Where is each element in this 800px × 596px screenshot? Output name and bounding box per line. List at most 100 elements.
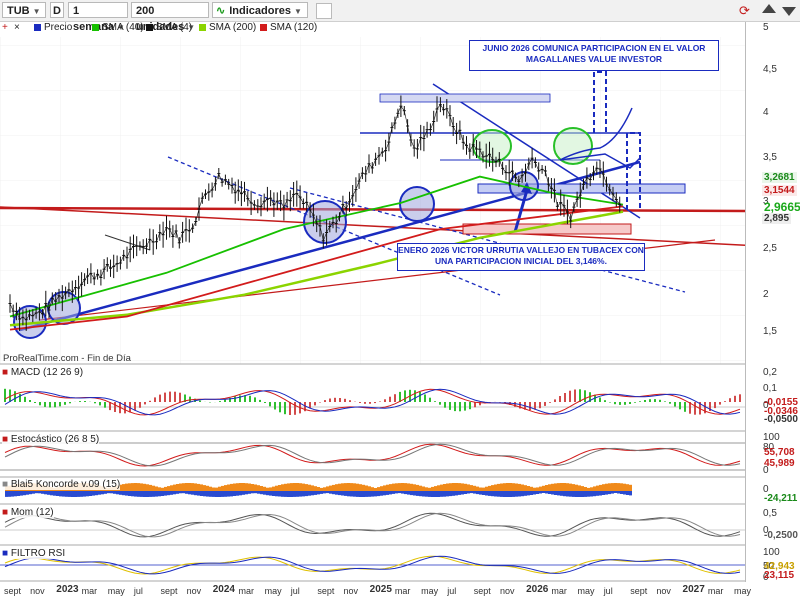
koncorde-bar	[500, 491, 503, 497]
koncorde-bar	[572, 484, 575, 491]
koncorde-bar	[320, 487, 323, 491]
koncorde-bar	[149, 491, 152, 497]
source-footer: ProRealTime.com - Fin de Día	[3, 353, 131, 364]
resistance-zone[interactable]	[379, 93, 551, 103]
koncorde-bar	[407, 483, 410, 491]
koncorde-bar	[599, 491, 602, 496]
koncorde-bar	[509, 483, 512, 491]
koncorde-bar	[377, 491, 380, 497]
koncorde-bar	[266, 491, 269, 496]
koncorde-bar	[38, 491, 41, 494]
koncorde-bar	[224, 485, 227, 491]
koncorde-bar	[311, 485, 314, 491]
green-circle[interactable]	[472, 129, 512, 163]
koncorde-bar	[143, 483, 146, 491]
annotation-bottom[interactable]: ENERO 2026 VICTOR URRUTIA VALLEJO EN TUB…	[397, 243, 645, 271]
koncorde-bar	[29, 491, 32, 495]
axis-tick: 2	[763, 289, 769, 300]
highlight-circle[interactable]	[399, 186, 435, 222]
koncorde-bar	[452, 491, 455, 496]
koncorde-bar	[284, 491, 287, 497]
koncorde-bar	[344, 483, 347, 491]
koncorde-bar	[212, 487, 215, 491]
koncorde-bar	[497, 491, 500, 497]
koncorde-bar	[356, 491, 359, 497]
koncorde-bar	[272, 491, 275, 496]
koncorde-bar	[533, 491, 536, 495]
koncorde-bar	[287, 491, 290, 497]
koncorde-bar	[410, 491, 413, 496]
mom-title: ■ Mom (12)	[2, 507, 54, 518]
koncorde-bar	[527, 486, 530, 491]
koncorde-bar	[386, 491, 389, 495]
koncorde-bar	[197, 491, 200, 496]
koncorde-bar	[212, 491, 215, 497]
koncorde-bar	[245, 491, 248, 495]
koncorde-bar	[179, 483, 182, 491]
koncorde-bar	[98, 491, 101, 495]
price-chart[interactable]	[0, 0, 800, 595]
koncorde-bar	[389, 484, 392, 491]
koncorde-bar	[425, 487, 428, 491]
koncorde-bar	[128, 491, 131, 496]
koncorde-bar	[362, 484, 365, 491]
koncorde-bar	[56, 491, 59, 496]
koncorde-bar	[317, 487, 320, 491]
koncorde-bar	[86, 491, 89, 497]
stoch-label: Estocástico (26 8 5)	[10, 434, 100, 445]
koncorde-bar	[167, 486, 170, 491]
koncorde-bar	[170, 491, 173, 495]
koncorde-bar	[590, 491, 593, 497]
koncorde-bar	[485, 491, 488, 496]
axis-tick: 2,5	[763, 243, 777, 254]
koncorde-bar	[278, 485, 281, 491]
koncorde-bar	[59, 491, 62, 497]
koncorde-bar	[338, 491, 341, 496]
koncorde-bar	[512, 483, 515, 491]
koncorde-bar	[155, 491, 158, 497]
koncorde-bar	[272, 486, 275, 491]
axis-tick: 5	[763, 22, 769, 33]
koncorde-bar	[368, 491, 371, 497]
koncorde-bar	[179, 491, 182, 494]
macd-panel	[0, 388, 745, 416]
koncorde-bar	[473, 491, 476, 494]
koncorde-bar	[65, 491, 68, 497]
koncorde-bar	[605, 483, 608, 491]
year-label: 2025	[369, 584, 392, 595]
koncorde-bar	[224, 491, 227, 497]
koncorde-bar	[407, 491, 410, 495]
year-label: 2024	[212, 584, 235, 595]
koncorde-bar	[488, 491, 491, 496]
koncorde-bar	[284, 483, 287, 491]
koncorde-bar	[518, 483, 521, 491]
koncorde-bar	[218, 491, 221, 497]
koncorde-bar	[143, 491, 146, 497]
koncorde-bar	[611, 483, 614, 491]
koncorde-bar	[455, 483, 458, 491]
koncorde-bar	[89, 491, 92, 496]
koncorde-bar	[341, 491, 344, 496]
panel-icon: ■	[2, 548, 11, 559]
annotation-top[interactable]: JUNIO 2026 COMUNICA PARTICIPACION EN EL …	[469, 40, 719, 71]
koncorde-bar	[599, 484, 602, 491]
koncorde-title: ■ Blai5 Koncorde v.09 (15)	[2, 479, 121, 490]
koncorde-bar	[446, 483, 449, 491]
koncorde-bar	[41, 491, 44, 494]
macd-label: MACD (12 26 9)	[10, 367, 84, 378]
koncorde-bar	[263, 491, 266, 495]
axis-tick: 3,5	[763, 152, 777, 163]
koncorde-bar	[560, 483, 563, 491]
koncorde-bar	[11, 491, 14, 497]
last-price-tag: 2,9665	[764, 200, 800, 214]
koncorde-bar	[524, 491, 527, 496]
koncorde-bar	[269, 491, 272, 496]
koncorde-bar	[623, 483, 626, 491]
koncorde-bar	[524, 485, 527, 491]
koncorde-bar	[563, 491, 566, 497]
koncorde-bar	[47, 491, 50, 495]
koncorde-bar	[368, 486, 371, 491]
koncorde-bar	[554, 491, 557, 495]
koncorde-bar	[470, 485, 473, 491]
koncorde-bar	[467, 484, 470, 491]
